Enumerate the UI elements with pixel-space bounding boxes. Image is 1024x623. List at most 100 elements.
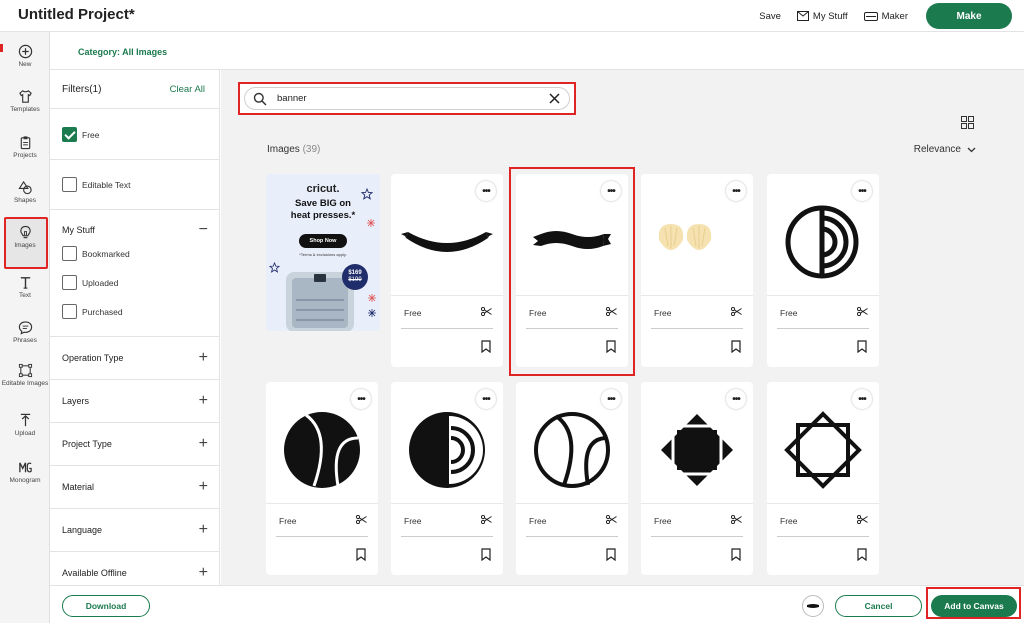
free-checkbox[interactable] xyxy=(62,127,77,142)
image-card[interactable]: ••• Free xyxy=(391,382,503,575)
image-card[interactable]: ••• Free xyxy=(767,174,879,367)
search-icon xyxy=(253,92,267,106)
clear-all-link[interactable]: Clear All xyxy=(170,84,205,95)
more-options-button[interactable]: ••• xyxy=(852,181,872,201)
expand-icon[interactable]: + xyxy=(199,350,208,366)
divider xyxy=(391,295,503,296)
download-button[interactable]: Download xyxy=(62,595,150,617)
monogram-icon xyxy=(18,462,32,473)
nav-item-editable-images[interactable]: Editable Images xyxy=(0,363,50,388)
section-available-offline[interactable]: Available Offline + xyxy=(62,565,208,581)
image-card[interactable]: ••• Free xyxy=(641,174,753,367)
divider xyxy=(50,422,220,423)
more-options-button[interactable]: ••• xyxy=(726,181,746,201)
make-button[interactable]: Make xyxy=(926,3,1012,29)
nav-label-monogram: Monogram xyxy=(9,477,41,484)
purchased-checkbox[interactable] xyxy=(62,304,77,319)
image-card[interactable]: ••• Free xyxy=(266,382,378,575)
my-stuff-section[interactable]: My Stuff − xyxy=(62,222,208,238)
grid-view-icon[interactable] xyxy=(961,116,974,129)
save-label: Save xyxy=(759,10,781,22)
image-card-selected[interactable]: ••• Free xyxy=(516,174,628,367)
bookmarked-label: Bookmarked xyxy=(82,248,130,259)
nav-item-templates[interactable]: Templates xyxy=(0,89,50,114)
maker-button[interactable]: Maker xyxy=(863,11,908,22)
expand-icon[interactable]: + xyxy=(199,522,208,538)
category-label[interactable]: Category: All Images xyxy=(78,47,167,57)
search-input[interactable]: banner xyxy=(244,87,570,110)
editable-text-checkbox[interactable] xyxy=(62,177,77,192)
divider xyxy=(516,503,628,504)
divider xyxy=(50,108,220,109)
expand-icon[interactable]: + xyxy=(199,479,208,495)
divider xyxy=(50,209,220,210)
more-options-button[interactable]: ••• xyxy=(476,389,496,409)
nav-item-new[interactable]: New xyxy=(0,44,50,69)
bookmark-icon[interactable] xyxy=(481,548,491,561)
bookmark-icon[interactable] xyxy=(481,340,491,353)
shop-now-button[interactable]: Shop Now xyxy=(299,234,347,248)
divider xyxy=(50,379,220,380)
image-card[interactable]: ••• Free xyxy=(391,174,503,367)
bookmark-icon[interactable] xyxy=(356,548,366,561)
sort-dropdown[interactable]: Relevance xyxy=(914,144,976,155)
expand-icon[interactable]: + xyxy=(199,393,208,409)
section-material[interactable]: Material + xyxy=(62,479,208,495)
ad-headline-line-2: heat presses.* xyxy=(290,210,356,221)
collapse-icon[interactable]: − xyxy=(199,222,208,238)
divider xyxy=(50,551,220,552)
bookmark-icon[interactable] xyxy=(731,548,741,561)
more-options-button[interactable]: ••• xyxy=(726,389,746,409)
section-operation-type[interactable]: Operation Type + xyxy=(62,350,208,366)
image-card[interactable]: ••• Free xyxy=(641,382,753,575)
add-to-canvas-button[interactable]: Add to Canvas xyxy=(931,595,1017,617)
free-label: Free xyxy=(654,516,672,526)
nav-label-images: Images xyxy=(14,242,36,249)
divider xyxy=(651,536,743,537)
section-language[interactable]: Language + xyxy=(62,522,208,538)
divider xyxy=(276,536,368,537)
bookmark-icon[interactable] xyxy=(857,548,867,561)
left-nav: New Templates Projects Shapes Images Tex… xyxy=(0,32,50,623)
bookmarked-checkbox[interactable] xyxy=(62,246,77,261)
filter-bookmarked[interactable]: Bookmarked xyxy=(62,246,130,261)
filter-uploaded[interactable]: Uploaded xyxy=(62,275,118,290)
nav-item-upload[interactable]: Upload xyxy=(0,413,50,438)
promo-ad[interactable]: cricut. Save BIG on heat presses.* Shop N… xyxy=(266,174,380,331)
more-options-button[interactable]: ••• xyxy=(476,181,496,201)
image-card[interactable]: ••• Free xyxy=(767,382,879,575)
bookmark-icon[interactable] xyxy=(606,340,616,353)
section-layers[interactable]: Layers + xyxy=(62,393,208,409)
divider xyxy=(777,328,869,329)
divider xyxy=(651,328,743,329)
bookmark-icon[interactable] xyxy=(731,340,741,353)
clear-search-icon[interactable] xyxy=(548,92,561,105)
nav-item-shapes[interactable]: Shapes xyxy=(0,180,50,205)
project-title[interactable]: Untitled Project* xyxy=(18,6,135,23)
section-project-type[interactable]: Project Type + xyxy=(62,436,208,452)
expand-icon[interactable]: + xyxy=(199,436,208,452)
nav-item-projects[interactable]: Projects xyxy=(0,135,50,160)
scissors-icon xyxy=(606,515,617,524)
expand-icon[interactable]: + xyxy=(199,565,208,581)
divider xyxy=(526,328,618,329)
bookmark-icon[interactable] xyxy=(857,340,867,353)
nav-item-monogram[interactable]: Monogram xyxy=(0,460,50,485)
filter-editable-text[interactable]: Editable Text xyxy=(62,177,131,192)
save-button[interactable]: Save xyxy=(759,11,781,22)
divider xyxy=(401,536,493,537)
nav-item-phrases[interactable]: Phrases xyxy=(0,320,50,345)
nav-item-images[interactable]: Images xyxy=(0,225,50,250)
more-options-button[interactable]: ••• xyxy=(852,389,872,409)
my-stuff-button[interactable]: My Stuff xyxy=(796,11,848,22)
nav-item-text[interactable]: Text xyxy=(0,275,50,300)
bookmark-icon[interactable] xyxy=(606,548,616,561)
more-options-button[interactable]: ••• xyxy=(601,181,621,201)
uploaded-checkbox[interactable] xyxy=(62,275,77,290)
filter-purchased[interactable]: Purchased xyxy=(62,304,123,319)
image-card[interactable]: ••• Free xyxy=(516,382,628,575)
more-options-button[interactable]: ••• xyxy=(601,389,621,409)
cancel-button[interactable]: Cancel xyxy=(835,595,922,617)
more-options-button[interactable]: ••• xyxy=(351,389,371,409)
filter-free[interactable]: Free xyxy=(62,127,99,142)
